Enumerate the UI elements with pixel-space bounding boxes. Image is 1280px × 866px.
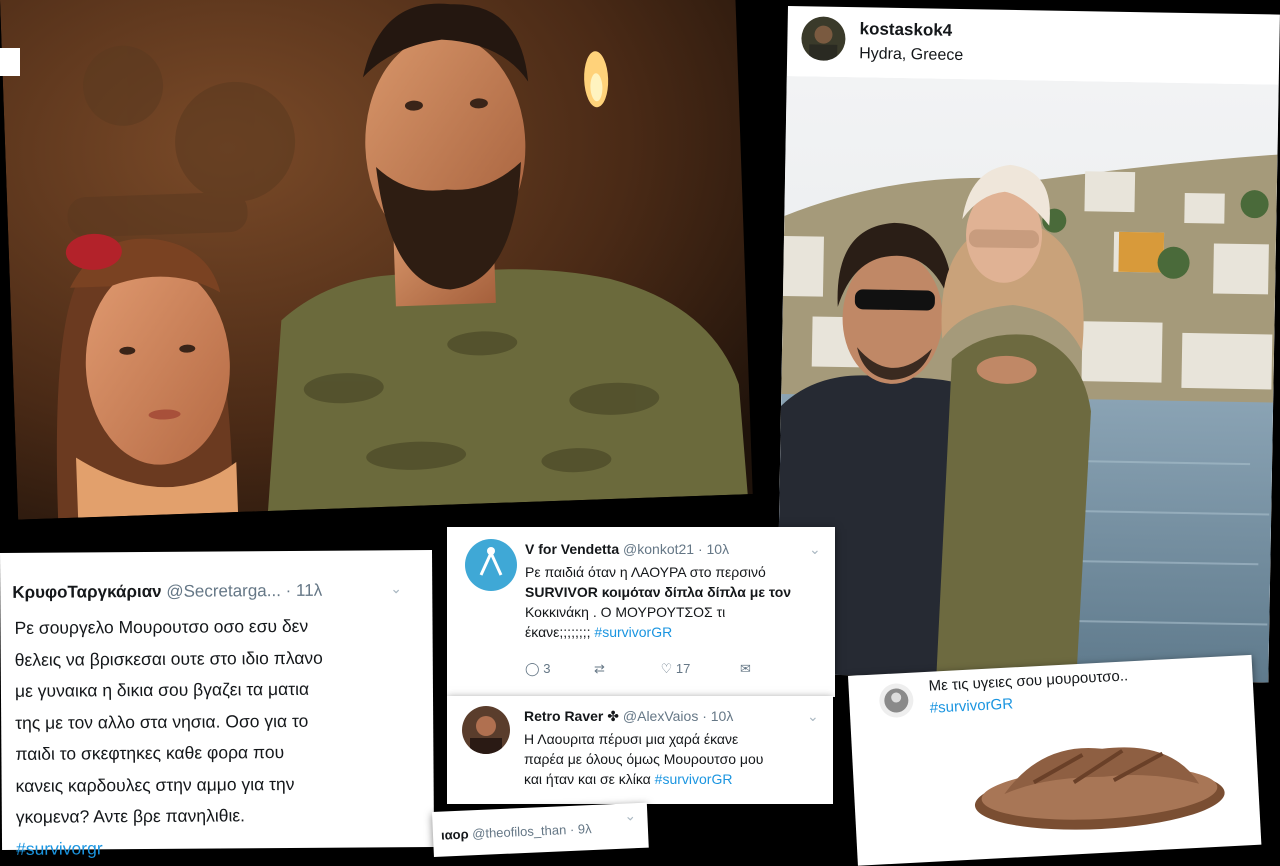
- hashtag-link[interactable]: #survivorGR: [594, 624, 672, 640]
- reply-icon[interactable]: ◯: [525, 661, 540, 676]
- retweet-icon[interactable]: ⇄: [594, 661, 605, 676]
- corner-logo-mark: [0, 48, 20, 76]
- tweet-line: παιδι το σκεφτηκες καθε φορα που: [15, 742, 285, 764]
- tweet-line: και ήταν και σε κλίκα: [524, 771, 651, 787]
- tweet-body: Η Λαουριτα πέρυσι μια χαρά έκανε παρέα μ…: [524, 729, 763, 789]
- hashtag-link[interactable]: #survivorGR: [929, 695, 1013, 716]
- chevron-down-icon[interactable]: ⌄: [390, 580, 402, 597]
- hashtag-link[interactable]: #survivorgr: [16, 831, 324, 865]
- tweet-author-handle[interactable]: @AlexVaios: [623, 708, 698, 724]
- avatar[interactable]: [801, 16, 846, 62]
- tweet-time[interactable]: · 11λ: [286, 581, 323, 600]
- tweet-line: Ρε σουργελο Μουρουτσο οσο εσυ δεν: [14, 615, 309, 638]
- avatar[interactable]: [878, 682, 915, 719]
- tweet-line: κανεις καρδουλες στην αμμο για την: [15, 773, 295, 796]
- tweet-body: Ρε παιδιά όταν η ΛΑΟΥΡΑ στο περσινό SURV…: [525, 562, 791, 642]
- instagram-location[interactable]: Hydra, Greece: [859, 45, 963, 65]
- tweet-line: παρέα με όλους όμως Μουρουτσο μου: [524, 751, 764, 767]
- tweet-line: θελεις να βρισκεσαι ουτε στο ιδιο πλανο: [14, 647, 323, 670]
- tweet-body: Ρε σουργελο Μουρουτσο οσο εσυ δεν θελεις…: [14, 611, 324, 865]
- tweet-line: SURVIVOR κοιμόταν δίπλα δίπλα με τον: [525, 584, 792, 600]
- tweet-line: Με τις υγειες σου μουρουτσο..: [928, 667, 1129, 695]
- slipper-image: [961, 712, 1237, 851]
- instagram-post: kostaskok4 Hydra, Greece: [776, 6, 1280, 683]
- tweet-author-handle[interactable]: @konkot21: [623, 541, 694, 557]
- avatar[interactable]: [462, 706, 510, 754]
- tweet-author-name[interactable]: Retro Raver: [524, 708, 603, 724]
- tweet-theofilos-partial[interactable]: ιαορ @theofilos_than · 9λ ⌄: [432, 802, 649, 857]
- tweet-time[interactable]: · 10λ: [702, 708, 733, 724]
- survivor-tv-photo: [0, 0, 753, 525]
- tweet-time[interactable]: · 10λ: [698, 541, 729, 557]
- tweet-vendetta[interactable]: V for Vendetta @konkot21 · 10λ ⌄ Ρε παιδ…: [447, 527, 835, 697]
- tweet-secretarga[interactable]: ΚρυφοΤαργκάριαν @Secretarga... · 11λ ⌄ Ρ…: [0, 549, 435, 858]
- reply-count: 3: [543, 661, 551, 676]
- tweet-line: Η Λαουριτα πέρυσι μια χαρά έκανε: [524, 731, 739, 747]
- tweet-author-name[interactable]: ιαορ: [441, 826, 469, 842]
- tweet-time[interactable]: · 9λ: [570, 821, 592, 837]
- tweet-line: Κοκκινάκη . Ο ΜΟΥΡΟΥΤΣΟΣ τι: [525, 604, 726, 620]
- chevron-down-icon[interactable]: ⌄: [624, 807, 636, 824]
- couple-hydra-photo: [776, 75, 1279, 683]
- like-icon[interactable]: ♡: [661, 661, 673, 676]
- hashtag-link[interactable]: #survivorGR: [655, 771, 733, 787]
- tweet-author-name[interactable]: V for Vendetta: [525, 541, 619, 557]
- tweet-line: έκανε;;;;;;;;: [525, 624, 591, 640]
- tweet-slipper[interactable]: Με τις υγειες σου μουρουτσο.. #survivorG…: [848, 654, 1262, 866]
- tweet-line: Ρε παιδιά όταν η ΛΑΟΥΡΑ στο περσινό: [525, 564, 766, 580]
- tweet-author-handle[interactable]: @Secretarga...: [166, 581, 281, 601]
- chevron-down-icon[interactable]: ⌄: [809, 541, 821, 558]
- message-icon[interactable]: ✉: [740, 661, 751, 676]
- tweet-retro-raver[interactable]: Retro Raver ✤ @AlexVaios · 10λ ⌄ Η Λαουρ…: [447, 696, 833, 804]
- chevron-down-icon[interactable]: ⌄: [807, 708, 819, 725]
- sparkle-icon: ✤: [607, 708, 619, 724]
- tweet-line: της με τον αλλο στα νησια. Οσο για το: [15, 710, 309, 733]
- tweet-author-handle[interactable]: @theofilos_than: [472, 822, 567, 841]
- tweet-author-name[interactable]: ΚρυφοΤαργκάριαν: [12, 582, 161, 602]
- tweet-line: γκομενα? Αντε βρε πανηλιθιε.: [15, 805, 246, 827]
- instagram-username[interactable]: kostaskok4: [859, 19, 952, 41]
- like-count: 17: [675, 661, 691, 676]
- tweet-line: με γυναικα η δικια σου βγαζει τα ματια: [14, 678, 310, 701]
- avatar[interactable]: [465, 539, 517, 591]
